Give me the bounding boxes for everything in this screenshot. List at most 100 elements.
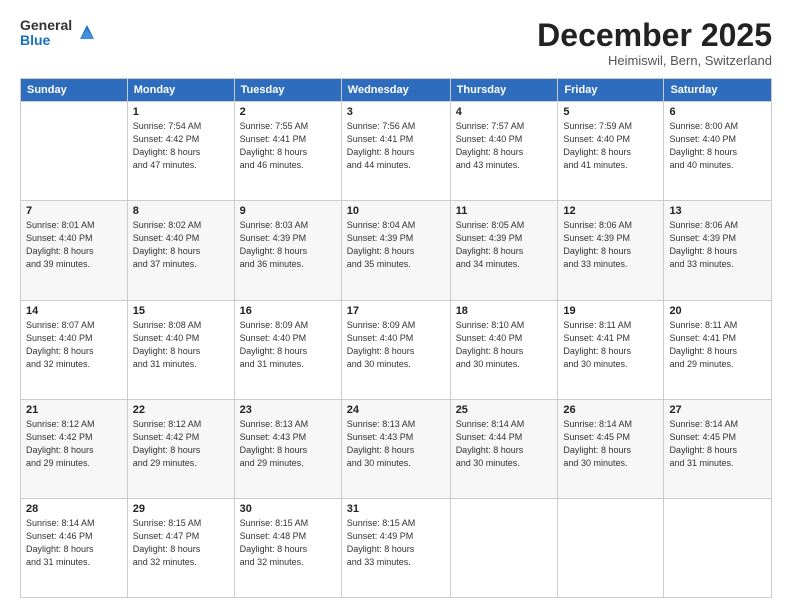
calendar-table: Sunday Monday Tuesday Wednesday Thursday…: [20, 78, 772, 598]
calendar-cell: 4Sunrise: 7:57 AMSunset: 4:40 PMDaylight…: [450, 102, 558, 201]
calendar-cell: 26Sunrise: 8:14 AMSunset: 4:45 PMDayligh…: [558, 399, 664, 498]
day-number: 10: [347, 205, 445, 217]
day-info: Sunrise: 8:15 AMSunset: 4:47 PMDaylight:…: [133, 517, 229, 569]
day-number: 31: [347, 503, 445, 515]
logo-text: General Blue: [20, 18, 72, 49]
day-number: 17: [347, 305, 445, 317]
day-info: Sunrise: 8:11 AMSunset: 4:41 PMDaylight:…: [669, 319, 766, 371]
header-monday: Monday: [127, 79, 234, 102]
logo-icon: [76, 21, 98, 43]
calendar-cell: 24 Sunrise: 8:13 AMSunset: 4:43 PMDayligh…: [341, 399, 450, 498]
day-info: Sunrise: 7:59 AMSunset: 4:40 PMDaylight:…: [563, 120, 658, 172]
day-info: Sunrise: 8:15 AMSunset: 4:49 PMDaylight:…: [347, 517, 445, 569]
calendar-cell: 5 Sunrise: 7:59 AMSunset: 4:40 PMDaylight…: [558, 102, 664, 201]
calendar-cell: [558, 498, 664, 597]
calendar-cell: 21 Sunrise: 8:12 AMSunset: 4:42 PMDayligh…: [21, 399, 128, 498]
calendar-cell: 28Sunrise: 8:14 AMSunset: 4:46 PMDayligh…: [21, 498, 128, 597]
day-number: 29: [133, 503, 229, 515]
calendar-cell: 30Sunrise: 8:15 AMSunset: 4:48 PMDayligh…: [234, 498, 341, 597]
day-number: 25: [456, 404, 553, 416]
day-number: 7: [26, 205, 122, 217]
day-number: 21: [26, 404, 122, 416]
page: General Blue December 2025 Heimiswil, Be…: [0, 0, 792, 612]
week-row-4: 21 Sunrise: 8:12 AMSunset: 4:42 PMDayligh…: [21, 399, 772, 498]
calendar-cell: 7 Sunrise: 8:01 AMSunset: 4:40 PMDaylight…: [21, 201, 128, 300]
day-number: 16: [240, 305, 336, 317]
calendar-cell: 23Sunrise: 8:13 AMSunset: 4:43 PMDayligh…: [234, 399, 341, 498]
day-number: 20: [669, 305, 766, 317]
day-number: 2: [240, 106, 336, 118]
day-number: 19: [563, 305, 658, 317]
day-info: Sunrise: 8:01 AMSunset: 4:40 PMDaylight:…: [26, 219, 122, 271]
day-info: Sunrise: 7:57 AMSunset: 4:40 PMDaylight:…: [456, 120, 553, 172]
calendar-cell: 19 Sunrise: 8:11 AMSunset: 4:41 PMDayligh…: [558, 300, 664, 399]
logo-general: General: [20, 18, 72, 33]
calendar-cell: 27 Sunrise: 8:14 AMSunset: 4:45 PMDayligh…: [664, 399, 772, 498]
day-info: Sunrise: 8:06 AMSunset: 4:39 PMDaylight:…: [563, 219, 658, 271]
day-info: Sunrise: 8:07 AMSunset: 4:40 PMDaylight:…: [26, 319, 122, 371]
day-info: Sunrise: 8:11 AMSunset: 4:41 PMDaylight:…: [563, 319, 658, 371]
calendar-cell: 3 Sunrise: 7:56 AMSunset: 4:41 PMDaylight…: [341, 102, 450, 201]
day-number: 28: [26, 503, 122, 515]
calendar-cell: 13 Sunrise: 8:06 AMSunset: 4:39 PMDayligh…: [664, 201, 772, 300]
calendar-cell: 12 Sunrise: 8:06 AMSunset: 4:39 PMDayligh…: [558, 201, 664, 300]
day-info: Sunrise: 7:54 AMSunset: 4:42 PMDaylight:…: [133, 120, 229, 172]
day-number: 24: [347, 404, 445, 416]
day-number: 6: [669, 106, 766, 118]
logo: General Blue: [20, 18, 98, 49]
calendar-cell: 11 Sunrise: 8:05 AMSunset: 4:39 PMDayligh…: [450, 201, 558, 300]
day-info: Sunrise: 8:12 AMSunset: 4:42 PMDaylight:…: [26, 418, 122, 470]
day-number: 18: [456, 305, 553, 317]
day-info: Sunrise: 8:05 AMSunset: 4:39 PMDaylight:…: [456, 219, 553, 271]
day-info: Sunrise: 8:09 AMSunset: 4:40 PMDaylight:…: [240, 319, 336, 371]
calendar-cell: 2 Sunrise: 7:55 AMSunset: 4:41 PMDaylight…: [234, 102, 341, 201]
day-number: 5: [563, 106, 658, 118]
calendar-cell: [21, 102, 128, 201]
header: General Blue December 2025 Heimiswil, Be…: [20, 18, 772, 68]
day-info: Sunrise: 8:15 AMSunset: 4:48 PMDaylight:…: [240, 517, 336, 569]
calendar-cell: [664, 498, 772, 597]
header-sunday: Sunday: [21, 79, 128, 102]
header-tuesday: Tuesday: [234, 79, 341, 102]
weekday-header-row: Sunday Monday Tuesday Wednesday Thursday…: [21, 79, 772, 102]
day-info: Sunrise: 8:12 AMSunset: 4:42 PMDaylight:…: [133, 418, 229, 470]
day-info: Sunrise: 8:14 AMSunset: 4:44 PMDaylight:…: [456, 418, 553, 470]
calendar-cell: 18 Sunrise: 8:10 AMSunset: 4:40 PMDayligh…: [450, 300, 558, 399]
day-info: Sunrise: 8:03 AMSunset: 4:39 PMDaylight:…: [240, 219, 336, 271]
day-info: Sunrise: 8:00 AMSunset: 4:40 PMDaylight:…: [669, 120, 766, 172]
week-row-3: 14 Sunrise: 8:07 AMSunset: 4:40 PMDayligh…: [21, 300, 772, 399]
day-number: 27: [669, 404, 766, 416]
day-number: 11: [456, 205, 553, 217]
calendar-cell: 6 Sunrise: 8:00 AMSunset: 4:40 PMDaylight…: [664, 102, 772, 201]
header-friday: Friday: [558, 79, 664, 102]
day-number: 22: [133, 404, 229, 416]
calendar-cell: 16 Sunrise: 8:09 AMSunset: 4:40 PMDayligh…: [234, 300, 341, 399]
day-info: Sunrise: 8:08 AMSunset: 4:40 PMDaylight:…: [133, 319, 229, 371]
week-row-1: 1 Sunrise: 7:54 AMSunset: 4:42 PMDaylight…: [21, 102, 772, 201]
day-info: Sunrise: 8:13 AMSunset: 4:43 PMDaylight:…: [347, 418, 445, 470]
day-info: Sunrise: 8:06 AMSunset: 4:39 PMDaylight:…: [669, 219, 766, 271]
day-number: 1: [133, 106, 229, 118]
month-title: December 2025: [537, 18, 772, 53]
day-info: Sunrise: 8:14 AMSunset: 4:45 PMDaylight:…: [669, 418, 766, 470]
day-number: 9: [240, 205, 336, 217]
day-info: Sunrise: 8:04 AMSunset: 4:39 PMDaylight:…: [347, 219, 445, 271]
header-saturday: Saturday: [664, 79, 772, 102]
day-info: Sunrise: 7:55 AMSunset: 4:41 PMDaylight:…: [240, 120, 336, 172]
day-info: Sunrise: 8:14 AMSunset: 4:45 PMDaylight:…: [563, 418, 658, 470]
calendar-cell: 14 Sunrise: 8:07 AMSunset: 4:40 PMDayligh…: [21, 300, 128, 399]
day-info: Sunrise: 8:09 AMSunset: 4:40 PMDaylight:…: [347, 319, 445, 371]
day-info: Sunrise: 7:56 AMSunset: 4:41 PMDaylight:…: [347, 120, 445, 172]
header-wednesday: Wednesday: [341, 79, 450, 102]
logo-blue: Blue: [20, 33, 72, 48]
day-number: 13: [669, 205, 766, 217]
calendar-cell: [450, 498, 558, 597]
day-number: 12: [563, 205, 658, 217]
day-info: Sunrise: 8:10 AMSunset: 4:40 PMDaylight:…: [456, 319, 553, 371]
day-number: 3: [347, 106, 445, 118]
week-row-2: 7 Sunrise: 8:01 AMSunset: 4:40 PMDaylight…: [21, 201, 772, 300]
calendar-cell: 15Sunrise: 8:08 AMSunset: 4:40 PMDayligh…: [127, 300, 234, 399]
day-number: 14: [26, 305, 122, 317]
calendar-cell: 9 Sunrise: 8:03 AMSunset: 4:39 PMDaylight…: [234, 201, 341, 300]
calendar-cell: 22 Sunrise: 8:12 AMSunset: 4:42 PMDayligh…: [127, 399, 234, 498]
